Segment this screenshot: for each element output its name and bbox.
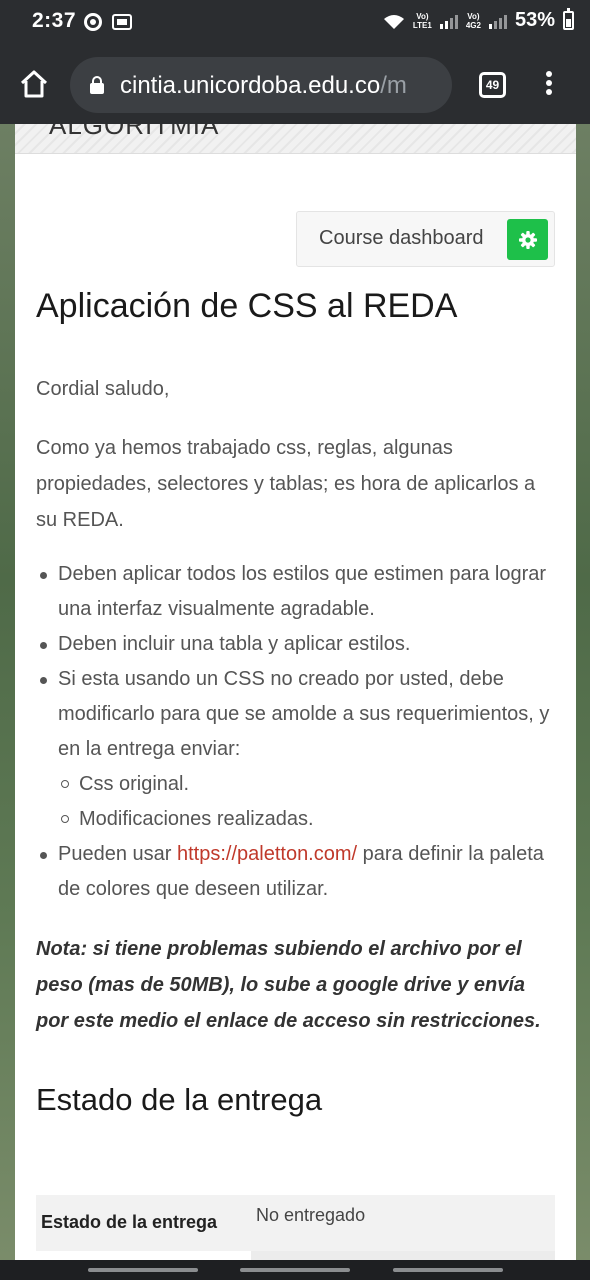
table-divider: [36, 1251, 251, 1260]
page-content: ALGORITMIA Course dashboard Aplicación d…: [15, 124, 576, 1260]
greeting-text: Cordial saludo,: [36, 378, 170, 400]
browser-toolbar: cintia.unicordoba.edu.co/m 49: [0, 44, 590, 124]
intro-paragraph: Como ya hemos trabajado css, reglas, alg…: [36, 437, 536, 531]
submission-status-table: Estado de la entrega No entregado: [36, 1195, 555, 1260]
instructions-list: Deben aplicar todos los estilos que esti…: [36, 557, 556, 907]
settings-gear-button[interactable]: [507, 219, 548, 260]
battery-icon: [563, 8, 574, 30]
lte-label: Vo) LTE1: [412, 11, 432, 30]
lock-icon[interactable]: [90, 76, 104, 94]
signal-1-icon: [439, 13, 458, 29]
address-bar[interactable]: cintia.unicordoba.edu.co/m: [70, 57, 452, 113]
list-item: Pueden usar https://paletton.com/ para d…: [36, 837, 556, 907]
list-item: Deben aplicar todos los estilos que esti…: [36, 557, 556, 627]
overflow-menu-icon[interactable]: [545, 71, 553, 99]
list-item: Deben incluir una tabla y aplicar estilo…: [36, 627, 556, 662]
tab-switcher-button[interactable]: 49: [479, 72, 506, 98]
clock: 2:37: [32, 9, 77, 32]
sub-list: Css original. Modificaciones realizadas.: [58, 767, 556, 837]
gear-icon: [518, 230, 537, 249]
nav-recents-button[interactable]: [88, 1268, 198, 1272]
home-icon[interactable]: [18, 68, 50, 100]
status-row-value: No entregado: [251, 1195, 555, 1251]
course-header: ALGORITMIA: [15, 124, 576, 154]
paletton-link[interactable]: https://paletton.com/: [177, 843, 357, 865]
note-paragraph: Nota: si tiene problemas subiendo el arc…: [36, 938, 541, 1032]
submission-status-heading: Estado de la entrega: [36, 1082, 323, 1117]
page-title: Aplicación de CSS al REDA: [36, 287, 458, 325]
4g-label: Vo) 4G2: [465, 11, 481, 30]
chrome-notification-icon: [84, 13, 102, 31]
battery-percent: 53%: [514, 9, 555, 31]
status-row-label: Estado de la entrega: [36, 1195, 251, 1251]
message-notification-icon: [112, 14, 132, 30]
list-item: Si esta usando un CSS no creado por uste…: [36, 662, 556, 837]
signal-2-icon: [488, 13, 507, 29]
sub-list-item: Modificaciones realizadas.: [58, 802, 556, 837]
course-dashboard-panel: Course dashboard: [296, 211, 555, 267]
status-bar: 2:37 Vo) LTE1 Vo) 4G2 53%: [0, 0, 590, 44]
sub-list-item: Css original.: [58, 767, 556, 802]
wifi-icon: [383, 13, 405, 29]
system-indicators: Vo) LTE1 Vo) 4G2 53%: [383, 8, 574, 32]
course-title: ALGORITMIA: [49, 124, 220, 140]
course-dashboard-label[interactable]: Course dashboard: [319, 227, 484, 250]
nav-back-button[interactable]: [393, 1268, 503, 1272]
table-divider: [251, 1251, 555, 1260]
nav-home-button[interactable]: [240, 1268, 350, 1272]
url-text[interactable]: cintia.unicordoba.edu.co/m: [120, 72, 407, 100]
system-navigation-bar: [0, 1260, 590, 1280]
